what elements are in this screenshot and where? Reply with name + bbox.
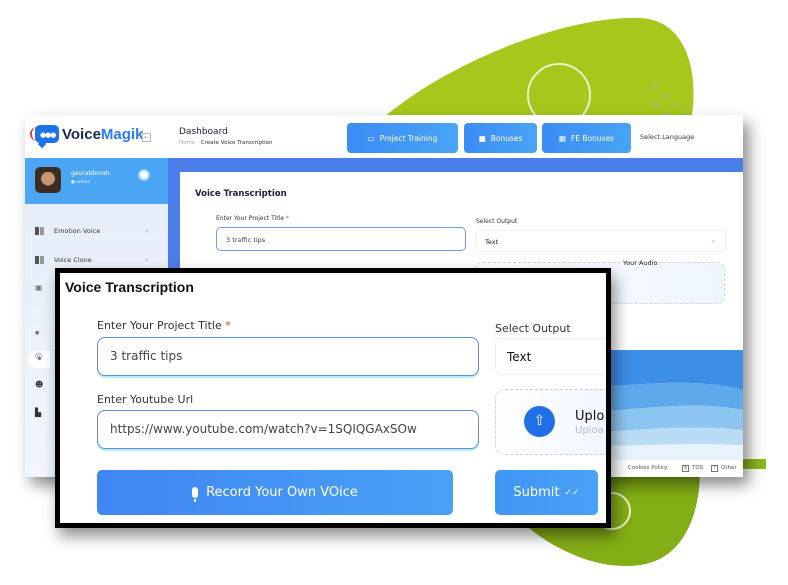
breadcrumb-current: Create Voice Transcription <box>200 140 273 146</box>
voicemagik-logo[interactable]: ●●● VoiceMagik <box>30 125 144 143</box>
bonuses-label: Bonuses <box>490 133 523 143</box>
upload-title: Uplo <box>575 409 605 424</box>
voice-clone-icon <box>35 256 44 264</box>
record-voice-label: Record Your Own VOice <box>206 485 358 500</box>
upload-subtitle: Uploa <box>575 425 604 436</box>
card-title: Voice Transcription <box>195 189 287 199</box>
project-title-input[interactable]: 3 traffic tips <box>97 337 479 376</box>
output-select-value: Text <box>485 238 499 246</box>
username: gaurabborah <box>71 170 110 177</box>
magnified-form-panel: Voice Transcription Enter Your Project T… <box>55 268 611 528</box>
footer-other-label: Other <box>721 465 737 471</box>
green-strip <box>742 459 766 469</box>
project-training-label: Project Training <box>379 133 438 143</box>
green-blob-top <box>370 17 694 130</box>
logo-text-magik: Magik <box>100 125 144 143</box>
project-title-label: Enter Your Project Title * <box>216 215 289 222</box>
project-title-label: Enter Your Project Title * <box>97 319 231 332</box>
gear-icon[interactable] <box>140 171 148 179</box>
emotion-voice-icon <box>35 227 44 235</box>
select-output-label: Select Output <box>495 322 571 335</box>
user-status: ● online <box>71 180 91 185</box>
add-user-icon[interactable]: ☻ <box>35 380 43 389</box>
output-select[interactable]: Text ⌄ <box>476 230 726 252</box>
select-output-label: Select Output <box>476 218 518 225</box>
youtube-url-label: Enter Youtube Url <box>97 393 194 406</box>
thumbs-up-icon[interactable]: ▙ <box>35 408 41 417</box>
chevron-down-icon: ⌄ <box>710 236 716 244</box>
project-title-label-text: Enter Your Project Title <box>97 319 222 332</box>
tos-icon: § <box>682 465 689 472</box>
folder-icon[interactable]: ▣ <box>35 283 43 292</box>
project-training-button[interactable]: ▭ Project Training <box>347 123 458 153</box>
required-mark: * <box>225 319 231 332</box>
app-header: ●●● VoiceMagik ← Dashboard Home - Create… <box>25 115 743 158</box>
sidebar-item-label: Emotion Voice <box>54 227 101 235</box>
footer-link-cookies[interactable]: Cookies Policy <box>628 465 667 471</box>
record-voice-button[interactable]: Record Your Own VOice <box>97 470 453 515</box>
project-title-input[interactable]: 3 traffic tips <box>216 227 466 251</box>
fe-bonuses-label: FE Bonuses <box>570 133 615 143</box>
youtube-url-input[interactable]: https://www.youtube.com/watch?v=1SQIQGAx… <box>97 410 479 449</box>
chevron-right-icon: › <box>145 256 148 264</box>
sidebar-item-emotion-voice[interactable]: Emotion Voice › <box>35 224 160 238</box>
avatar[interactable] <box>35 167 61 193</box>
promo-stage: ●●● VoiceMagik ← Dashboard Home - Create… <box>0 0 788 585</box>
breadcrumb: Home - Create Voice Transcription <box>179 140 273 146</box>
submit-button[interactable]: Submit ✓✓ <box>495 470 598 515</box>
double-check-icon: ✓✓ <box>564 487 580 498</box>
help-icon: ? <box>711 465 718 472</box>
header-band <box>168 158 743 172</box>
bonuses-button[interactable]: ■ Bonuses <box>464 123 537 153</box>
project-title-label-text: Enter Your Project Title <box>216 215 285 222</box>
upload-icon[interactable]: ⇧ <box>524 406 555 437</box>
chevron-right-icon: › <box>145 227 148 235</box>
submit-label: Submit <box>513 485 560 500</box>
output-select[interactable]: Text <box>495 338 606 375</box>
page-title: Dashboard <box>179 127 228 137</box>
user-profile: gaurabborah ● online <box>25 158 168 204</box>
sidebar-item-label: Voice Clone <box>54 256 92 264</box>
language-select[interactable]: Select Language <box>640 133 694 141</box>
gifts-icon: ▦ <box>558 133 566 143</box>
presentation-icon: ▭ <box>367 133 375 143</box>
breadcrumb-separator: - <box>197 140 199 146</box>
footer-tos-label: TOS <box>692 465 704 471</box>
dot-icon: ● <box>35 330 40 336</box>
upload-audio-text: Your Audio <box>623 259 658 267</box>
sidebar-collapse-icon[interactable]: ← <box>142 133 151 142</box>
footer-link-tos[interactable]: § TOS <box>682 465 703 472</box>
gift-icon: ■ <box>478 133 486 143</box>
required-mark: * <box>285 215 289 222</box>
fe-bonuses-button[interactable]: ▦ FE Bonuses <box>542 123 631 153</box>
footer-link-other[interactable]: ? Other <box>711 465 737 472</box>
sidebar-item-voice-clone[interactable]: Voice Clone › <box>35 253 160 267</box>
logo-speech-icon: ●●● <box>30 125 59 143</box>
microphone-icon <box>192 487 199 502</box>
film-reel-icon[interactable]: ◎ <box>35 351 42 360</box>
breadcrumb-home[interactable]: Home <box>179 140 195 146</box>
user-status-text: online <box>76 180 91 185</box>
panel-title: Voice Transcription <box>65 279 194 295</box>
logo-text-voice: Voice <box>62 125 101 143</box>
